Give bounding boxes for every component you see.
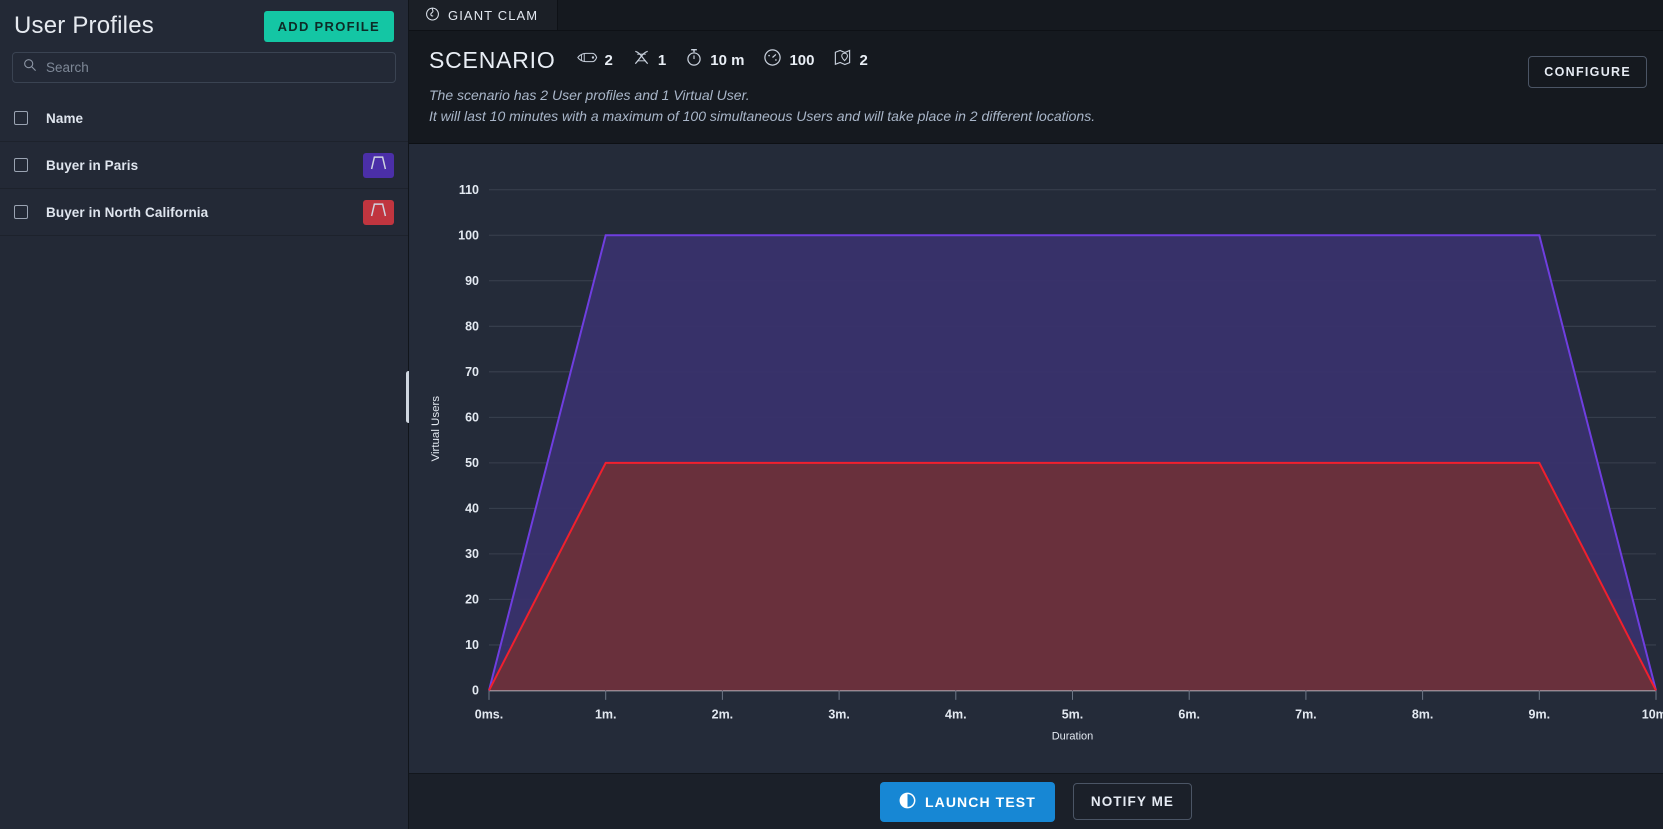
profile-badge[interactable] xyxy=(363,199,394,225)
scenario-description: The scenario has 2 User profiles and 1 V… xyxy=(429,85,1647,127)
x-tick-label: 5m. xyxy=(1062,706,1084,721)
stat-value: 100 xyxy=(789,51,815,69)
list-item-label: Buyer in Paris xyxy=(46,157,139,173)
stat-duration: 10 m xyxy=(685,48,744,72)
scenario-summary-panel: SCENARIO 2 1 10 m 100 2 CONFIGURE The sc… xyxy=(409,31,1663,144)
profiles-list: Name Buyer in Paris Buyer in North Calif… xyxy=(0,95,408,236)
tab-giant-clam[interactable]: GIANT CLAM xyxy=(409,0,559,30)
user-profiles-sidebar: User Profiles ADD PROFILE Name xyxy=(0,0,411,829)
series-area xyxy=(489,462,1656,691)
stat-value: 2 xyxy=(604,51,613,69)
y-tick-label: 80 xyxy=(465,318,479,333)
page-title: User Profiles xyxy=(14,12,154,39)
y-tick-label: 10 xyxy=(465,637,479,652)
stat-value: 10 m xyxy=(710,51,745,69)
stat-value: 1 xyxy=(657,51,667,69)
y-tick-label: 70 xyxy=(465,364,479,379)
search-input[interactable] xyxy=(46,60,385,75)
list-item[interactable]: Buyer in North California xyxy=(0,189,408,236)
y-tick-label: 60 xyxy=(465,409,479,424)
stat-locations: 2 xyxy=(833,48,868,72)
y-tick-label: 30 xyxy=(465,546,479,561)
x-tick-label: 4m. xyxy=(945,706,967,721)
configure-button[interactable]: CONFIGURE xyxy=(1528,56,1647,88)
clam-shell-icon xyxy=(425,6,440,24)
gauge-icon xyxy=(763,48,782,72)
sidebar-header: User Profiles ADD PROFILE xyxy=(0,0,408,48)
row-checkbox[interactable] xyxy=(14,158,28,172)
launch-test-label: LAUNCH TEST xyxy=(924,793,1036,810)
search-icon xyxy=(23,58,37,77)
add-profile-button[interactable]: ADD PROFILE xyxy=(263,10,394,42)
list-item[interactable]: Buyer in Paris xyxy=(0,142,408,189)
x-tick-label: 7m. xyxy=(1295,706,1317,721)
tab-label: GIANT CLAM xyxy=(448,7,539,23)
stat-value: 2 xyxy=(859,51,868,69)
dna-icon xyxy=(632,48,651,72)
y-tick-label: 40 xyxy=(465,500,479,515)
rocket-icon xyxy=(576,49,598,71)
scenario-description-line-1: The scenario has 2 User profiles and 1 V… xyxy=(429,87,750,103)
y-tick-label: 0 xyxy=(472,682,479,697)
scenario-description-line-2: It will last 10 minutes with a maximum o… xyxy=(429,108,1096,124)
plateau-icon xyxy=(370,202,387,222)
scenario-stats-row: SCENARIO 2 1 10 m 100 2 xyxy=(429,45,1647,75)
x-axis-title: Duration xyxy=(1052,730,1094,742)
x-tick-label: 3m. xyxy=(828,706,850,721)
list-item-label: Buyer in North California xyxy=(46,204,209,220)
action-footer: LAUNCH TEST NOTIFY ME xyxy=(409,773,1663,829)
profile-badge[interactable] xyxy=(363,152,394,178)
search-box[interactable] xyxy=(12,52,396,83)
y-tick-label: 50 xyxy=(465,455,479,470)
map-icon xyxy=(833,48,852,72)
row-checkbox[interactable] xyxy=(14,205,28,219)
launch-test-button[interactable]: LAUNCH TEST xyxy=(879,781,1055,822)
x-tick-label: 1m. xyxy=(595,706,617,721)
main-panel: GIANT CLAM SCENARIO 2 1 10 m 100 2 CONFI… xyxy=(409,0,1663,829)
select-all-checkbox[interactable] xyxy=(14,111,28,125)
tab-bar: GIANT CLAM xyxy=(409,0,1663,31)
x-tick-label: 9m. xyxy=(1529,706,1551,721)
stat-user-profiles: 2 xyxy=(576,49,613,71)
virtual-users-chart: 0 10 20 30 40 50 60 70 80 90 100 110 0ms. 1m. 2m. 3m. 4m… xyxy=(409,144,1663,773)
notify-me-button[interactable]: NOTIFY ME xyxy=(1072,783,1193,820)
x-tick-label: 2m. xyxy=(712,706,734,721)
half-circle-icon xyxy=(899,792,916,812)
x-tick-label: 8m. xyxy=(1412,706,1434,721)
scenario-title: SCENARIO xyxy=(429,46,556,73)
y-tick-label: 20 xyxy=(465,591,479,606)
y-tick-label: 90 xyxy=(465,273,479,288)
chart-canvas: 0 10 20 30 40 50 60 70 80 90 100 110 0ms. 1m. 2m. 3m. 4m… xyxy=(430,182,1663,743)
stat-virtual-users: 1 xyxy=(632,48,666,72)
list-header-row: Name xyxy=(0,95,408,142)
y-tick-label: 100 xyxy=(458,227,479,242)
x-tick-label: 6m. xyxy=(1178,706,1200,721)
search-container xyxy=(0,48,408,83)
x-tick-label: 10m. xyxy=(1642,706,1663,721)
x-tick-label: 0ms. xyxy=(475,706,503,721)
y-tick-label: 110 xyxy=(459,182,479,197)
stat-max-users: 100 xyxy=(763,48,814,72)
y-axis-title: Virtual Users xyxy=(430,396,442,462)
plateau-icon xyxy=(370,155,387,175)
stopwatch-icon xyxy=(685,48,703,72)
app-root: User Profiles ADD PROFILE Name xyxy=(0,0,1663,829)
column-header-name: Name xyxy=(46,110,84,126)
